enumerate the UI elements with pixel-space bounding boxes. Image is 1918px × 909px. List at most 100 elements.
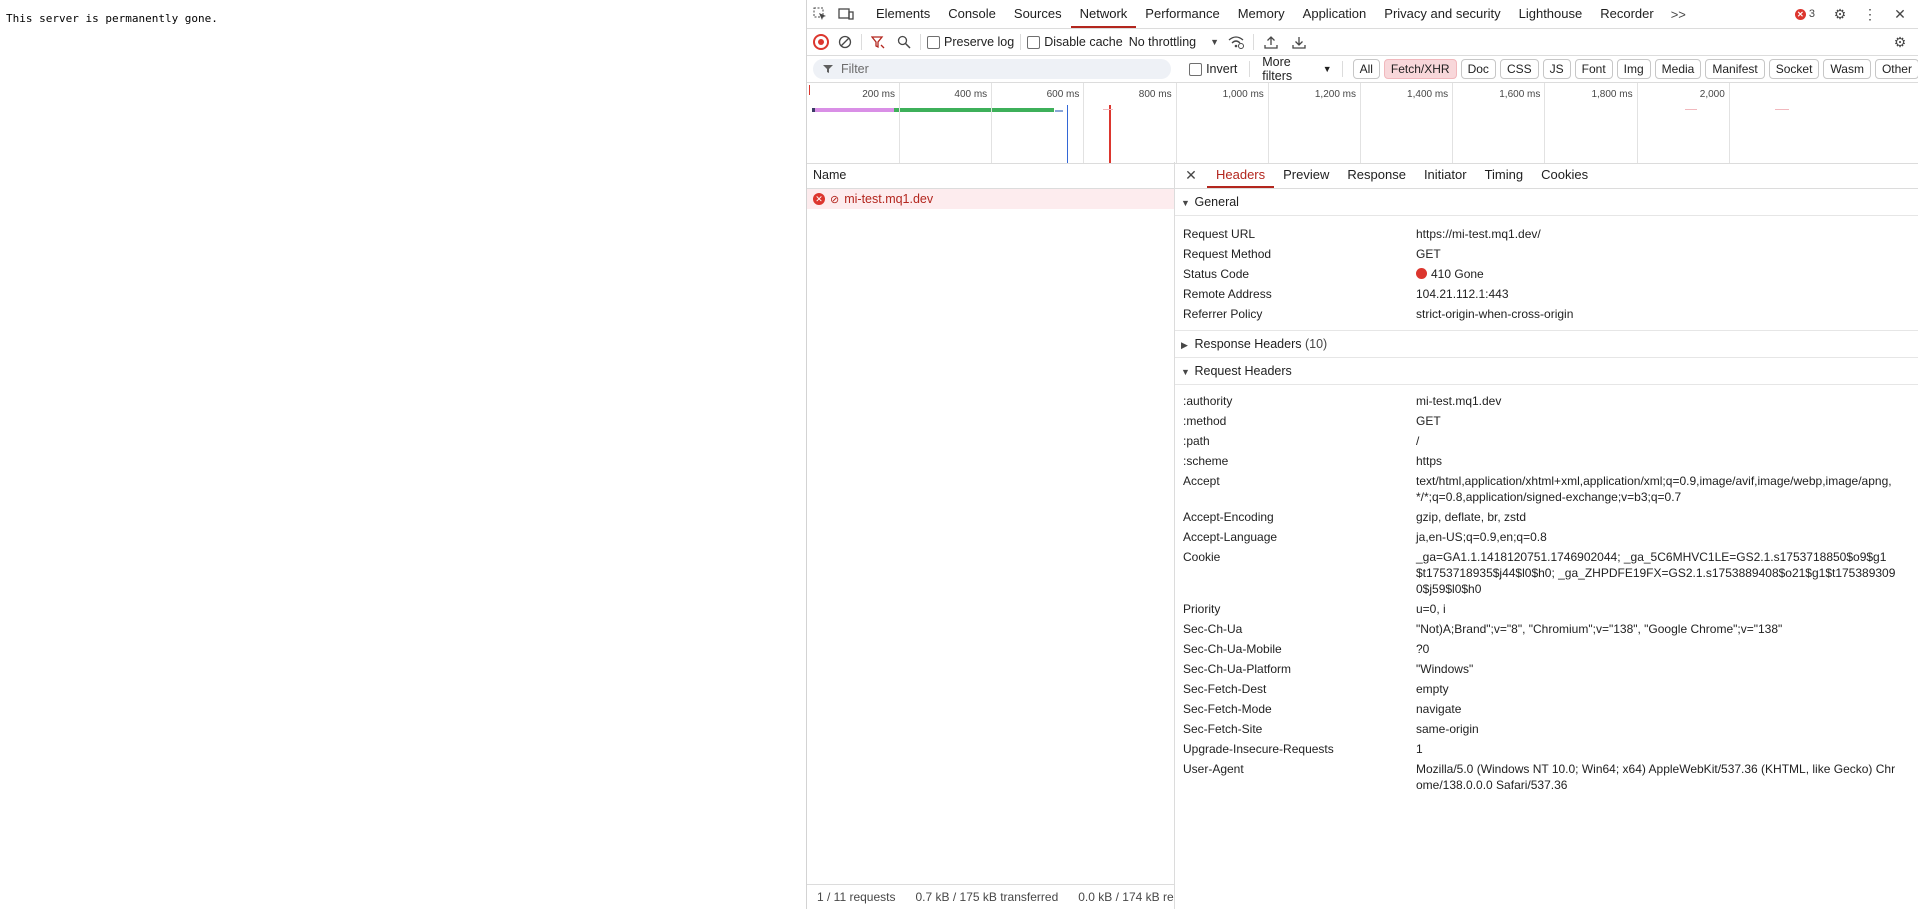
filter-chip-all[interactable]: All <box>1352 59 1380 79</box>
header-value[interactable]: https <box>1416 453 1896 469</box>
tab-recorder[interactable]: Recorder <box>1591 0 1662 28</box>
tab-application[interactable]: Application <box>1294 0 1376 28</box>
filter-input[interactable]: Filter <box>813 59 1172 79</box>
tab-performance[interactable]: Performance <box>1136 0 1228 28</box>
header-value[interactable]: u=0, i <box>1416 601 1896 617</box>
header-name: :method <box>1183 414 1227 428</box>
tab-sources[interactable]: Sources <box>1005 0 1071 28</box>
preserve-log-checkbox[interactable]: Preserve log <box>927 35 1014 49</box>
import-har-icon[interactable] <box>1260 29 1282 55</box>
detail-tab-cookies[interactable]: Cookies <box>1532 162 1597 188</box>
timeline-gridline <box>991 83 993 163</box>
header-name: Sec-Fetch-Site <box>1183 722 1263 736</box>
header-value[interactable]: 1 <box>1416 741 1896 757</box>
request-headers-section-header[interactable]: ▼ Request Headers <box>1175 358 1918 385</box>
header-value[interactable]: navigate <box>1416 701 1896 717</box>
header-value[interactable]: GET <box>1416 413 1896 429</box>
collapsed-triangle-icon: ▶ <box>1181 340 1188 350</box>
disable-cache-box[interactable] <box>1027 35 1041 49</box>
blocked-icon: ⊘ <box>830 193 840 206</box>
clear-icon[interactable] <box>835 29 855 55</box>
name-column-header[interactable]: Name <box>807 162 1174 189</box>
general-section: Request URL https://mi-test.mq1.dev/Reque… <box>1175 216 1918 331</box>
invert-checkbox[interactable]: Invert <box>1189 62 1237 76</box>
header-value[interactable]: gzip, deflate, br, zstd <box>1416 509 1896 525</box>
close-devtools-icon[interactable]: ✕ <box>1887 1 1913 27</box>
tab-elements[interactable]: Elements <box>867 0 939 28</box>
filter-chip-font[interactable]: Font <box>1574 59 1613 79</box>
network-settings-gear-icon[interactable]: ⚙ <box>1887 29 1913 55</box>
detail-tab-response[interactable]: Response <box>1338 162 1415 188</box>
filter-chip-doc[interactable]: Doc <box>1460 59 1496 79</box>
header-value[interactable]: empty <box>1416 681 1896 697</box>
device-toolbar-icon[interactable] <box>833 1 859 27</box>
tab-privacy-and-security[interactable]: Privacy and security <box>1375 0 1509 28</box>
filter-chip-img[interactable]: Img <box>1616 59 1651 79</box>
header-value[interactable]: mi-test.mq1.dev <box>1416 393 1896 409</box>
timeline-tick-label: 1,200 ms <box>1314 89 1356 100</box>
header-value[interactable]: same-origin <box>1416 721 1896 737</box>
filter-chip-socket[interactable]: Socket <box>1768 59 1820 79</box>
timeline-gridline <box>1360 83 1361 163</box>
header-value[interactable]: 104.21.112.1:443 <box>1416 286 1896 302</box>
detail-tab-headers[interactable]: Headers <box>1207 162 1275 188</box>
detail-tab-timing[interactable]: Timing <box>1476 162 1533 188</box>
throttling-select[interactable]: No throttling ▼ <box>1129 35 1219 49</box>
filter-divider <box>1341 61 1343 77</box>
filter-chip-css[interactable]: CSS <box>1499 59 1539 79</box>
network-conditions-icon[interactable] <box>1225 29 1247 55</box>
header-value[interactable]: strict-origin-when-cross-origin <box>1416 306 1896 322</box>
inspect-element-icon[interactable] <box>807 1 833 27</box>
header-value[interactable]: ?0 <box>1416 641 1896 657</box>
toolbar-divider <box>1253 34 1255 50</box>
kebab-menu-icon[interactable]: ⋮ <box>1857 1 1883 27</box>
filter-chip-wasm[interactable]: Wasm <box>1823 59 1871 79</box>
header-value[interactable]: GET <box>1416 246 1896 262</box>
header-value[interactable]: "Not)A;Brand";v="8", "Chromium";v="138",… <box>1416 621 1896 637</box>
stop-recording-button[interactable] <box>813 34 829 50</box>
filter-chip-media[interactable]: Media <box>1654 59 1702 79</box>
devtools-tabbar: Elements Console Sources Network Performance… <box>807 0 1918 29</box>
tab-memory[interactable]: Memory <box>1229 0 1294 28</box>
export-har-icon[interactable] <box>1288 29 1310 55</box>
response-headers-title: Response Headers <box>1194 337 1302 351</box>
disable-cache-checkbox[interactable]: Disable cache <box>1027 35 1123 49</box>
header-value[interactable]: text/html,application/xhtml+xml,applicat… <box>1416 473 1896 505</box>
header-row-upgrade-insecure-requests: Upgrade-Insecure-Requests 1 <box>1175 739 1918 759</box>
timeline-overview[interactable]: 200 ms 400 ms 600 ms 800 ms 1,000 ms 1,200 ms… <box>807 83 1918 164</box>
domcontentloaded-line <box>1067 105 1068 163</box>
filter-chip-fetch-xhr[interactable]: Fetch/XHR <box>1383 59 1457 79</box>
header-value[interactable]: ja,en-US;q=0.9,en;q=0.8 <box>1416 529 1896 545</box>
faint-marker <box>1103 109 1113 110</box>
header-value[interactable]: Mozilla/5.0 (Windows NT 10.0; Win64; x64… <box>1416 761 1896 793</box>
tab-network[interactable]: Network <box>1070 0 1137 28</box>
header-value[interactable]: _ga=GA1.1.1418120751.1746902044; _ga_5C6… <box>1416 549 1896 597</box>
header-value[interactable]: "Windows" <box>1416 661 1896 677</box>
filter-chip-other[interactable]: Other <box>1874 59 1918 79</box>
filter-funnel-icon[interactable] <box>868 29 888 55</box>
header-value[interactable]: 410 Gone <box>1416 266 1896 282</box>
settings-gear-icon[interactable]: ⚙ <box>1827 1 1853 27</box>
invert-box[interactable] <box>1189 62 1203 76</box>
detail-tab-initiator[interactable]: Initiator <box>1415 162 1476 188</box>
preserve-log-box[interactable] <box>927 35 940 49</box>
detail-tab-preview[interactable]: Preview <box>1274 162 1338 188</box>
header-value[interactable]: / <box>1416 433 1896 449</box>
more-filters-dropdown[interactable]: More filters ▼ <box>1262 55 1331 83</box>
request-row[interactable]: ✕ ⊘ mi-test.mq1.dev <box>807 189 1174 209</box>
header-row-sec-fetch-site: Sec-Fetch-Site same-origin <box>1175 719 1918 739</box>
timeline-tick-label: 400 ms <box>954 89 988 100</box>
tab-lighthouse[interactable]: Lighthouse <box>1510 0 1592 28</box>
header-row-cookie: Cookie _ga=GA1.1.1418120751.1746902044; _… <box>1175 547 1918 599</box>
timeline-gridline <box>1452 83 1454 163</box>
more-tabs-button[interactable]: >> <box>1663 7 1694 22</box>
filter-chip-manifest[interactable]: Manifest <box>1705 59 1765 79</box>
close-detail-icon[interactable]: ✕ <box>1175 167 1207 184</box>
search-icon[interactable] <box>894 29 914 55</box>
error-badge[interactable]: ✕ 3 <box>1794 8 1815 20</box>
general-section-header[interactable]: ▼ General <box>1175 189 1918 216</box>
header-value[interactable]: https://mi-test.mq1.dev/ <box>1416 226 1896 242</box>
response-headers-section-header[interactable]: ▶ Response Headers (10) <box>1175 331 1918 358</box>
tab-console[interactable]: Console <box>939 0 1005 28</box>
filter-chip-js[interactable]: JS <box>1542 59 1571 79</box>
